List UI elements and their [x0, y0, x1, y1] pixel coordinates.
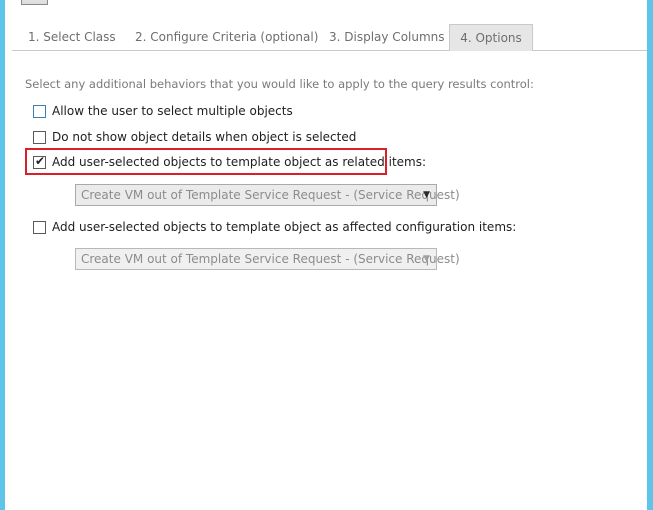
- related-items-dropdown[interactable]: Create VM out of Template Service Reques…: [75, 184, 460, 206]
- window-frame-right: [647, 0, 653, 510]
- option-allow-multiple[interactable]: Allow the user to select multiple object…: [33, 103, 293, 119]
- related-items-dropdown-value: Create VM out of Template Service Reques…: [81, 188, 460, 202]
- tab-display-columns[interactable]: 3. Display Columns: [321, 26, 453, 51]
- affected-items-label: Add user-selected objects to template ob…: [52, 220, 517, 234]
- option-related-items[interactable]: ✔ Add user-selected objects to template …: [33, 154, 426, 170]
- checkmark-icon: ✔: [34, 153, 46, 168]
- option-affected-items[interactable]: Add user-selected objects to template ob…: [33, 219, 516, 235]
- query-results-dialog: 1. Select Class 2. Configure Criteria (o…: [5, 0, 647, 510]
- dropdown-arrow-icon[interactable]: ▼: [423, 185, 430, 205]
- options-panel: Select any additional behaviors that you…: [5, 52, 647, 510]
- affected-items-dropdown: Create VM out of Template Service Reques…: [75, 248, 460, 270]
- dialog-icon: [21, 0, 48, 5]
- options-intro-text: Select any additional behaviors that you…: [25, 77, 534, 91]
- hide-details-label: Do not show object details when object i…: [52, 130, 357, 144]
- option-hide-details[interactable]: Do not show object details when object i…: [33, 129, 356, 145]
- wizard-tabbar: 1. Select Class 2. Configure Criteria (o…: [12, 24, 647, 51]
- tab-select-class[interactable]: 1. Select Class: [20, 26, 124, 51]
- related-items-checkbox[interactable]: ✔: [33, 153, 46, 169]
- tab-configure-criteria[interactable]: 2. Configure Criteria (optional): [127, 26, 326, 51]
- affected-items-checkbox[interactable]: [33, 220, 46, 234]
- hide-details-checkbox[interactable]: [33, 130, 46, 144]
- affected-items-dropdown-value: Create VM out of Template Service Reques…: [81, 252, 460, 266]
- allow-multiple-checkbox[interactable]: [33, 104, 46, 118]
- allow-multiple-label: Allow the user to select multiple object…: [52, 104, 293, 118]
- tab-options[interactable]: 4. Options: [449, 24, 533, 51]
- dropdown-arrow-icon: ▼: [423, 254, 430, 264]
- dialog-header: [5, 0, 647, 22]
- related-items-label: Add user-selected objects to template ob…: [52, 155, 427, 169]
